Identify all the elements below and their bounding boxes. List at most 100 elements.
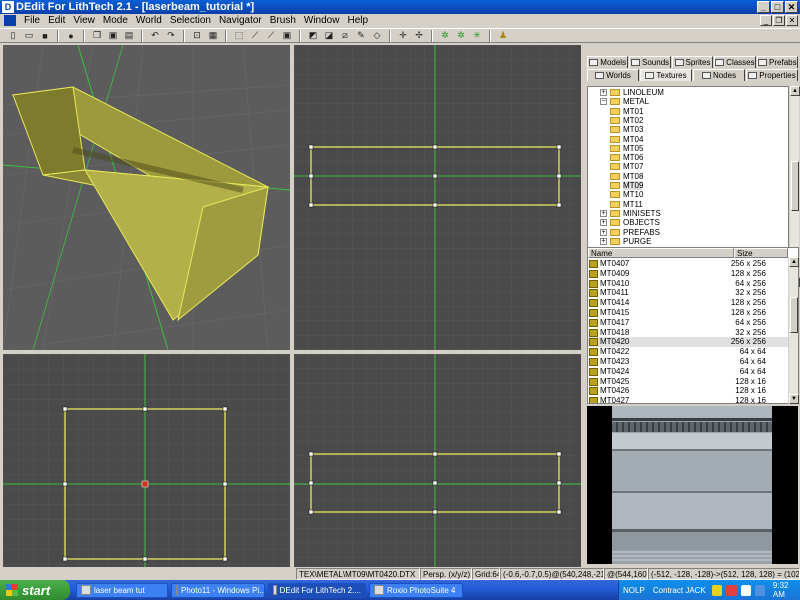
rotate-icon[interactable]: ✲ xyxy=(438,29,452,42)
list-item[interactable]: MT0427 128 x 16 xyxy=(588,396,788,403)
tree-node[interactable]: MT02 xyxy=(610,116,643,125)
list-item[interactable]: MT0425 128 x 16 xyxy=(588,377,788,387)
cut-icon[interactable]: ▣ xyxy=(106,29,120,42)
save-icon[interactable]: ■ xyxy=(38,29,52,42)
tab-classes[interactable]: Classes xyxy=(714,56,756,68)
scroll-thumb[interactable] xyxy=(790,297,798,333)
list-item[interactable]: MT0426 128 x 16 xyxy=(588,386,788,396)
marker-icon[interactable]: ✢ xyxy=(412,29,426,42)
redo-icon[interactable]: ↷ xyxy=(164,29,178,42)
paste-icon[interactable]: ▤ xyxy=(122,29,136,42)
tray-contact-label[interactable]: Contract JACK xyxy=(653,586,708,595)
brush-mode-icon[interactable]: ⬚ xyxy=(232,29,246,42)
menu-mode[interactable]: Mode xyxy=(99,14,132,27)
snap-icon[interactable]: ⊡ xyxy=(190,29,204,42)
process-icon[interactable]: ● xyxy=(64,29,78,42)
tree-node[interactable]: − METAL xyxy=(600,97,649,106)
mdi-restore-button[interactable]: ❐ xyxy=(773,15,785,26)
flat-shade-icon[interactable]: ◩ xyxy=(306,29,320,42)
tree-node[interactable]: MT11 xyxy=(610,200,643,209)
list-scrollbar[interactable]: ▲ ▼ xyxy=(788,257,799,404)
menu-brush[interactable]: Brush xyxy=(266,14,300,27)
copy-icon[interactable]: ❐ xyxy=(90,29,104,42)
tray-network-icon[interactable] xyxy=(740,584,751,596)
select-icon[interactable]: ◇ xyxy=(370,29,384,42)
start-button[interactable]: start xyxy=(0,580,70,600)
open-icon[interactable]: ▭ xyxy=(22,29,36,42)
task-roxio[interactable]: Roxio PhotoSuite 4 xyxy=(369,582,463,598)
list-item[interactable]: MT0410 64 x 256 xyxy=(588,279,788,289)
texture-icon[interactable]: ⧄ xyxy=(338,29,352,42)
tree-node[interactable]: MT07 xyxy=(610,162,643,171)
scroll-down-icon[interactable]: ▼ xyxy=(789,394,799,404)
list-item[interactable]: MT0414 128 x 256 xyxy=(588,298,788,308)
list-item[interactable]: MT0423 64 x 64 xyxy=(588,357,788,367)
tree-node[interactable]: + OBJECTS xyxy=(600,218,660,227)
document-icon[interactable] xyxy=(4,15,16,26)
expand-icon[interactable]: + xyxy=(600,209,607,217)
side-viewport[interactable] xyxy=(294,354,581,567)
grid-icon[interactable]: ▦ xyxy=(206,29,220,42)
tree-node[interactable]: MT04 xyxy=(610,135,643,144)
menu-edit[interactable]: Edit xyxy=(44,14,69,27)
mdi-close-button[interactable]: ✕ xyxy=(786,15,798,26)
column-name[interactable]: Name xyxy=(588,248,734,258)
list-item[interactable]: MT0417 64 x 256 xyxy=(588,318,788,328)
list-item[interactable]: MT0411 32 x 256 xyxy=(588,288,788,298)
tray-alert-icon[interactable] xyxy=(726,584,737,596)
context-help-icon[interactable]: ♟ xyxy=(496,29,510,42)
list-item[interactable]: MT0409 128 x 256 xyxy=(588,269,788,279)
center-icon[interactable]: ✛ xyxy=(396,29,410,42)
tree-node[interactable]: MT08 xyxy=(610,172,643,181)
list-item[interactable]: MT0420 256 x 256 xyxy=(588,337,788,348)
wireframe-icon[interactable]: ◪ xyxy=(322,29,336,42)
undo-icon[interactable]: ↶ xyxy=(148,29,162,42)
list-item[interactable]: MT0418 32 x 256 xyxy=(588,328,788,338)
front-viewport[interactable] xyxy=(3,354,290,567)
tab-sprites[interactable]: Sprites xyxy=(671,56,714,68)
tree-node[interactable]: MT01 xyxy=(610,107,643,116)
tray-nolp-label[interactable]: NOLP xyxy=(623,586,649,595)
light-icon[interactable]: ✎ xyxy=(354,29,368,42)
list-item[interactable]: MT0424 64 x 64 xyxy=(588,367,788,377)
menu-view[interactable]: View xyxy=(69,14,99,27)
tree-node[interactable]: MT06 xyxy=(610,153,643,162)
expand-icon[interactable]: + xyxy=(600,228,607,236)
menu-help[interactable]: Help xyxy=(343,14,372,27)
scroll-up-icon[interactable]: ▲ xyxy=(789,257,799,267)
perspective-viewport[interactable] xyxy=(3,45,290,350)
prefab-icon[interactable]: ▣ xyxy=(280,29,294,42)
column-size[interactable]: Size xyxy=(734,248,788,258)
tray-volume-icon[interactable] xyxy=(754,584,765,596)
menu-window[interactable]: Window xyxy=(300,14,344,27)
tab-nodes[interactable]: Nodes xyxy=(693,69,745,81)
top-viewport[interactable] xyxy=(294,45,581,350)
tab-models[interactable]: Models xyxy=(587,56,629,68)
tray-app-icon[interactable] xyxy=(712,584,723,596)
tree-node[interactable]: + PREFABS xyxy=(600,228,660,237)
tree-node[interactable]: + PURGE xyxy=(600,237,651,246)
mdi-minimize-button[interactable]: _ xyxy=(760,15,772,26)
tree-node[interactable]: MT10 xyxy=(610,190,643,199)
scroll-up-icon[interactable]: ▲ xyxy=(790,86,800,96)
geometry-mode-icon[interactable]: ⟋ xyxy=(248,29,262,42)
menu-navigator[interactable]: Navigator xyxy=(215,14,266,27)
tree-node[interactable]: + LINOLEUM xyxy=(600,88,664,97)
tab-properties[interactable]: Properties xyxy=(746,69,798,81)
list-item[interactable]: MT0407 256 x 256 xyxy=(588,259,788,269)
close-button[interactable]: ✕ xyxy=(785,1,798,13)
task-photo-viewer[interactable]: Photo11 - Windows Pi... xyxy=(171,582,265,598)
task-dedit[interactable]: DEdit For LithTech 2.... xyxy=(268,582,366,598)
brush-3d[interactable] xyxy=(11,86,270,322)
tab-textures[interactable]: Textures xyxy=(640,69,692,81)
tab-sounds[interactable]: Sounds xyxy=(629,56,671,68)
menu-file[interactable]: File xyxy=(20,14,44,27)
object-mode-icon[interactable]: ⟋ xyxy=(264,29,278,42)
list-item[interactable]: MT0415 128 x 256 xyxy=(588,308,788,318)
scroll-thumb[interactable] xyxy=(791,161,799,211)
collapse-icon[interactable]: − xyxy=(600,98,607,106)
menu-world[interactable]: World xyxy=(132,14,166,27)
scale-icon[interactable]: ✳ xyxy=(470,29,484,42)
maximize-button[interactable]: □ xyxy=(771,1,784,13)
expand-icon[interactable]: + xyxy=(600,219,607,227)
